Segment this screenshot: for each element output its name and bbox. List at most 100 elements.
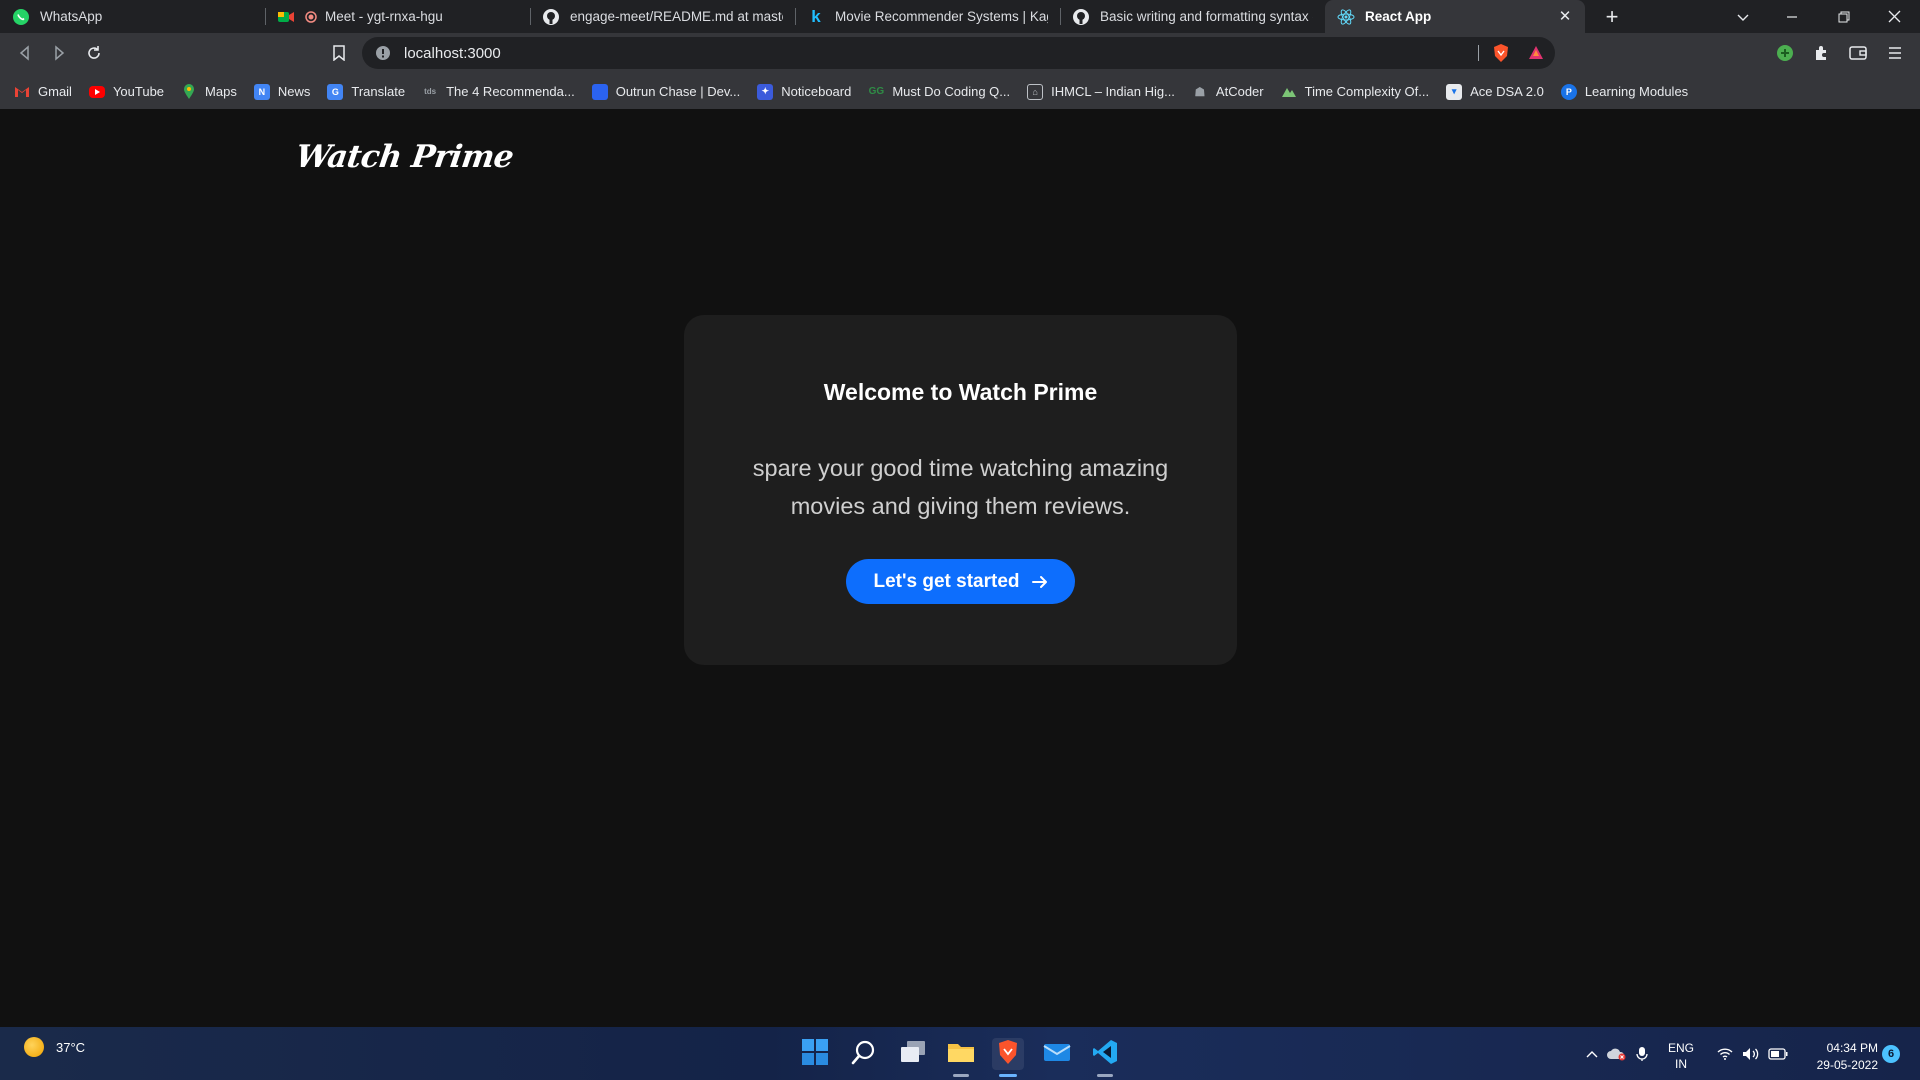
bookmark-label: Learning Modules	[1584, 84, 1689, 99]
youtube-icon	[88, 85, 105, 98]
brand-logo[interactable]: Watch Prime	[293, 139, 515, 175]
tab-title: WhatsApp	[40, 9, 103, 24]
bookmark-gfg[interactable]: GG Must Do Coding Q...	[868, 84, 1011, 100]
bookmark-atcoder[interactable]: ☗ AtCoder	[1192, 84, 1264, 100]
task-view-button[interactable]	[897, 1038, 929, 1070]
clock-date: 29-05-2022	[1816, 1058, 1878, 1072]
vscode-button[interactable]	[1089, 1038, 1121, 1077]
bookmark-label: Translate	[351, 84, 406, 99]
bookmark-label: Time Complexity Of...	[1304, 84, 1430, 99]
clock[interactable]: 04:34 PM 29-05-2022	[1800, 1040, 1878, 1074]
volume-icon[interactable]	[1740, 1027, 1762, 1080]
wallet-icon[interactable]	[1845, 40, 1871, 66]
language-code: ENG	[1668, 1041, 1695, 1055]
bookmark-devpost[interactable]: Outrun Chase | Dev...	[591, 83, 740, 100]
onedrive-icon[interactable]	[1604, 1027, 1628, 1080]
gfg-icon: GG	[868, 86, 885, 97]
tab-title: engage-meet/README.md at master	[570, 9, 783, 24]
github-icon	[542, 8, 560, 26]
notification-badge[interactable]: 6	[1882, 1045, 1900, 1063]
translate-icon: G	[327, 83, 344, 100]
tab-github-readme[interactable]: engage-meet/README.md at master	[530, 0, 795, 33]
bookmark-label: Noticeboard	[781, 84, 852, 99]
address-bar[interactable]: localhost:3000	[362, 37, 1555, 69]
battery-icon[interactable]	[1766, 1027, 1790, 1080]
ihmcl-icon: ⌂	[1027, 83, 1044, 100]
microphone-icon[interactable]	[1630, 1027, 1654, 1080]
windows-logo-icon	[802, 1038, 828, 1070]
tds-icon: tds	[424, 87, 437, 96]
tab-whatsapp[interactable]: WhatsApp	[0, 0, 265, 33]
vscode-icon	[1092, 1039, 1118, 1070]
back-icon[interactable]	[12, 40, 38, 66]
tab-search-icon[interactable]	[1731, 0, 1755, 33]
windows-taskbar: 37°C ENG IN 04:34 PM 29-05-2022 6	[0, 1027, 1920, 1080]
site-info-icon[interactable]	[374, 44, 392, 62]
reload-icon[interactable]	[81, 40, 107, 66]
bookmark-translate[interactable]: G Translate	[327, 83, 406, 100]
minimize-button[interactable]	[1780, 0, 1804, 33]
mail-icon	[1043, 1041, 1071, 1068]
task-view-icon	[899, 1040, 927, 1069]
bookmark-ace-dsa[interactable]: ▾ Ace DSA 2.0	[1446, 83, 1544, 100]
bookmark-news[interactable]: N News	[253, 83, 311, 100]
welcome-title: Welcome to Watch Prime	[823, 379, 1098, 405]
brave-taskbar-button[interactable]	[992, 1038, 1024, 1077]
gmail-icon	[14, 84, 30, 100]
tab-meet[interactable]: Meet - ygt-rnxa-hgu	[265, 0, 530, 33]
bookmark-label: News	[277, 84, 311, 99]
weather-widget[interactable]: 37°C	[24, 1037, 85, 1057]
running-indicator	[1097, 1074, 1113, 1077]
forward-icon[interactable]	[46, 40, 72, 66]
wifi-icon[interactable]	[1714, 1027, 1736, 1080]
welcome-card: Welcome to Watch Prime spare your good t…	[684, 315, 1237, 665]
bookmark-icon[interactable]	[326, 40, 352, 66]
bookmark-youtube[interactable]: YouTube	[88, 84, 164, 99]
bookmark-label: Gmail	[38, 84, 72, 99]
tab-github-docs[interactable]: Basic writing and formatting syntax - Gi…	[1060, 0, 1325, 33]
language-indicator[interactable]: ENG IN	[1668, 1040, 1694, 1072]
meet-icon	[277, 8, 295, 26]
menu-icon[interactable]	[1882, 40, 1908, 66]
bookmark-ihmcl[interactable]: ⌂ IHMCL – Indian Hig...	[1027, 83, 1175, 100]
time-complexity-icon	[1281, 84, 1297, 100]
restore-button[interactable]	[1832, 0, 1856, 33]
bookmark-tds[interactable]: tds The 4 Recommenda...	[422, 84, 575, 100]
folder-icon	[947, 1040, 975, 1069]
file-explorer-button[interactable]	[945, 1038, 977, 1077]
bookmark-maps[interactable]: Maps	[181, 83, 237, 100]
bookmark-label: AtCoder	[1215, 84, 1264, 99]
show-hidden-icons[interactable]	[1582, 1027, 1602, 1080]
search-button[interactable]	[848, 1038, 880, 1070]
whatsapp-icon	[12, 8, 30, 26]
atcoder-icon: ☗	[1194, 84, 1206, 99]
start-button[interactable]	[799, 1038, 831, 1070]
new-tab-button[interactable]: +	[1600, 0, 1624, 33]
running-indicator	[999, 1074, 1017, 1077]
kaggle-icon: k	[811, 6, 821, 26]
extension-grammarly-icon[interactable]	[1772, 40, 1798, 66]
noticeboard-icon: ✦	[757, 83, 774, 100]
bookmark-learning-modules[interactable]: P Learning Modules	[1560, 83, 1689, 100]
maps-icon	[181, 83, 197, 100]
tab-title: Meet - ygt-rnxa-hgu	[325, 9, 443, 24]
mail-button[interactable]	[1041, 1038, 1073, 1070]
sun-icon	[24, 1037, 44, 1057]
brave-shields-icon[interactable]	[1488, 40, 1514, 66]
brave-rewards-icon[interactable]	[1523, 40, 1549, 66]
bookmark-time-complexity[interactable]: Time Complexity Of...	[1281, 84, 1429, 100]
bookmark-label: The 4 Recommenda...	[446, 84, 575, 99]
bookmark-gmail[interactable]: Gmail	[14, 84, 72, 100]
extensions-puzzle-icon[interactable]	[1808, 40, 1834, 66]
page-viewport: Watch Prime Welcome to Watch Prime spare…	[0, 109, 1920, 1027]
bookmark-label: IHMCL – Indian Hig...	[1051, 84, 1175, 99]
tab-title: React App	[1365, 9, 1432, 24]
tab-react-app[interactable]: React App ✕	[1325, 0, 1585, 33]
bookmarks-bar: Gmail YouTube Maps N News G Translate td…	[0, 74, 1920, 109]
close-tab-icon[interactable]: ✕	[1557, 8, 1573, 25]
get-started-button[interactable]: Let's get started	[846, 559, 1075, 604]
close-window-button[interactable]	[1882, 0, 1906, 33]
bookmark-noticeboard[interactable]: ✦ Noticeboard	[757, 83, 852, 100]
tab-kaggle[interactable]: k Movie Recommender Systems | Kaggle	[795, 0, 1060, 33]
bookmark-label: Maps	[205, 84, 237, 99]
